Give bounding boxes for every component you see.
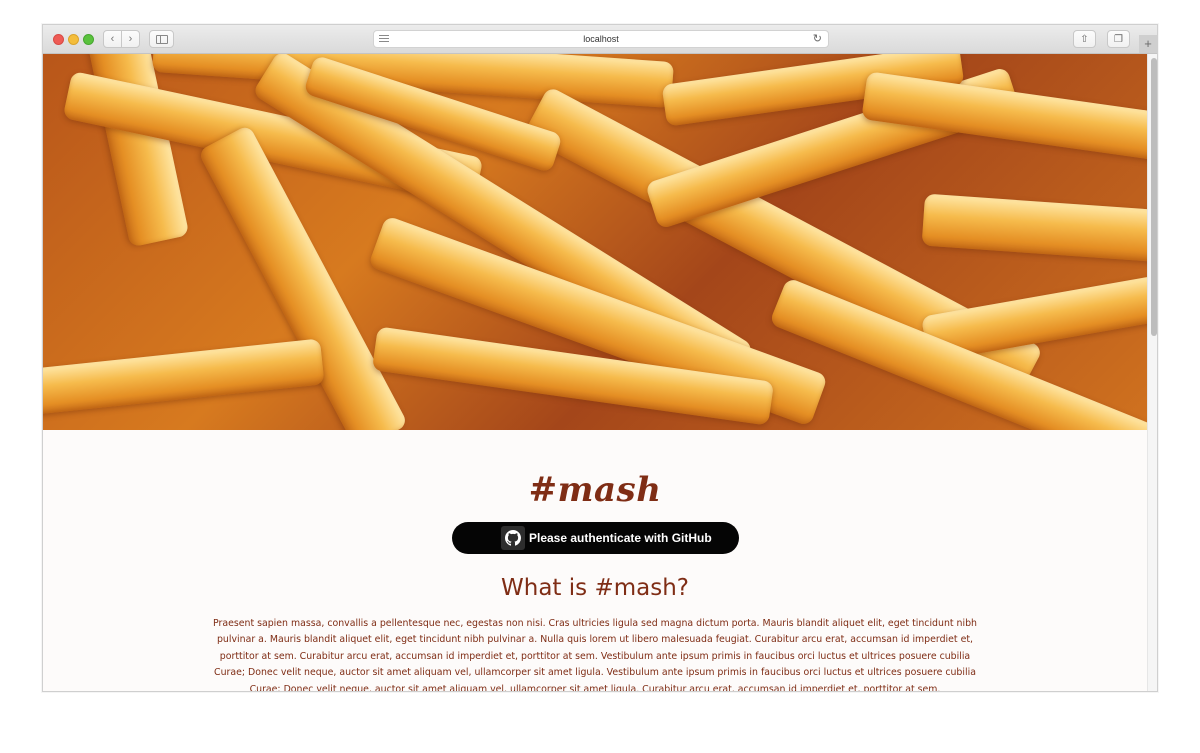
github-auth-button[interactable]: Please authenticate with GitHub bbox=[452, 522, 739, 554]
close-window-button[interactable] bbox=[53, 34, 64, 45]
show-tabs-button[interactable]: ❐ bbox=[1107, 30, 1130, 48]
zoom-window-button[interactable] bbox=[83, 34, 94, 45]
scrollbar-thumb[interactable] bbox=[1151, 58, 1157, 336]
vertical-scrollbar[interactable] bbox=[1147, 54, 1157, 691]
forward-button[interactable]: › bbox=[121, 30, 140, 48]
section-heading: What is #mash? bbox=[501, 575, 689, 601]
hero-fries-image bbox=[43, 54, 1147, 430]
github-auth-label: Please authenticate with GitHub bbox=[529, 531, 712, 545]
brand-logo: #mash bbox=[528, 470, 662, 510]
address-bar[interactable]: localhost ↻ bbox=[373, 30, 829, 48]
tabs-icon: ❐ bbox=[1114, 34, 1123, 45]
reader-view-icon[interactable] bbox=[379, 35, 389, 43]
chevron-left-icon: ‹ bbox=[110, 33, 115, 45]
description-paragraph: Praesent sapien massa, convallis a pelle… bbox=[213, 618, 977, 692]
sidebar-icon bbox=[156, 35, 168, 44]
address-text: localhost bbox=[583, 34, 619, 44]
share-icon: ⇧ bbox=[1080, 34, 1089, 45]
browser-window: ‹ › localhost ↻ ⇧ ❐ + #mash Please authe… bbox=[42, 24, 1158, 692]
chevron-right-icon: › bbox=[128, 33, 133, 45]
minimize-window-button[interactable] bbox=[68, 34, 79, 45]
plus-icon: + bbox=[1144, 36, 1152, 51]
new-tab-button[interactable]: + bbox=[1139, 35, 1157, 53]
share-button[interactable]: ⇧ bbox=[1073, 30, 1096, 48]
reload-icon[interactable]: ↻ bbox=[813, 31, 822, 47]
github-icon bbox=[501, 526, 525, 550]
page-viewport: #mash Please authenticate with GitHub Wh… bbox=[43, 54, 1147, 692]
main-content: #mash Please authenticate with GitHub Wh… bbox=[43, 430, 1147, 692]
back-button[interactable]: ‹ bbox=[103, 30, 122, 48]
title-bar: ‹ › localhost ↻ ⇧ ❐ + bbox=[43, 25, 1157, 54]
sidebar-toggle-button[interactable] bbox=[149, 30, 174, 48]
